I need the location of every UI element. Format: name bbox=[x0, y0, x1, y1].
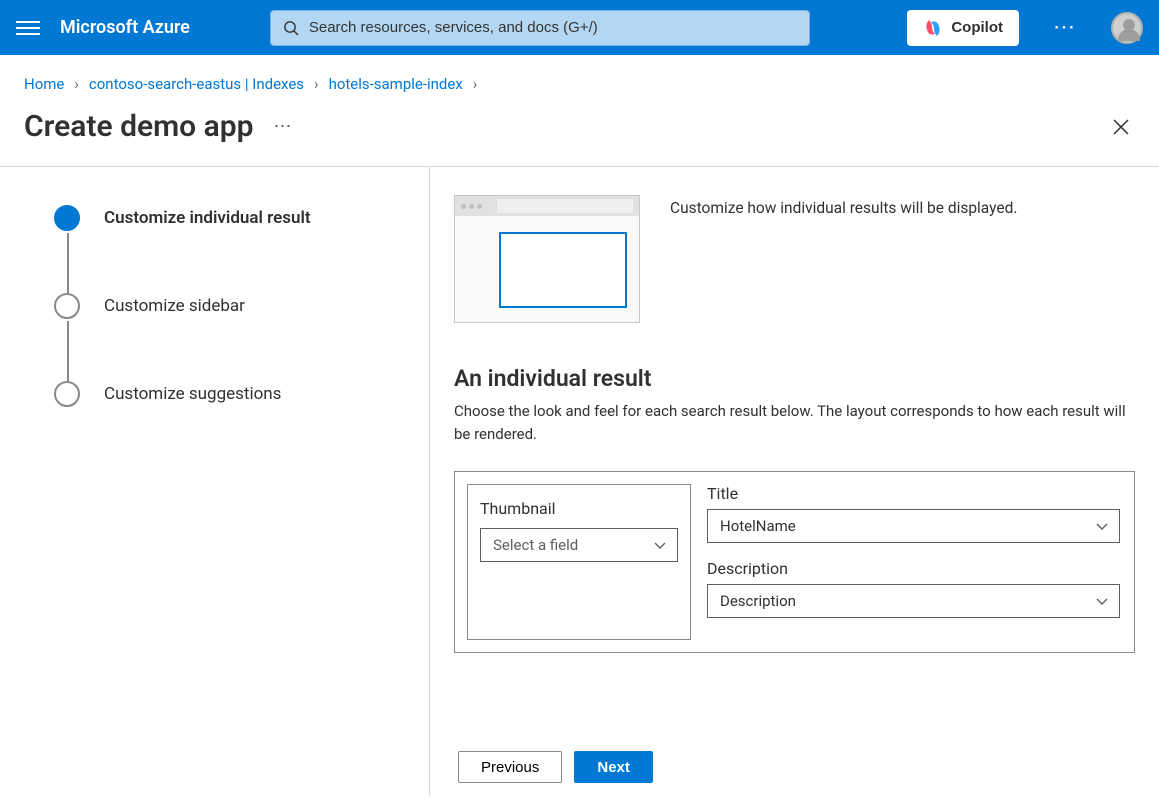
description-value: Description bbox=[720, 592, 796, 610]
title-label: Title bbox=[707, 484, 1120, 503]
thumbnail-column: Thumbnail Select a field bbox=[467, 484, 691, 640]
chevron-right-icon: › bbox=[74, 75, 79, 93]
chevron-down-icon bbox=[653, 538, 667, 552]
hero-text: Customize how individual results will be… bbox=[670, 195, 1017, 219]
search-input[interactable] bbox=[309, 19, 797, 36]
right-fields: Title HotelName Description Description bbox=[703, 472, 1134, 652]
global-search[interactable] bbox=[270, 10, 810, 46]
copilot-label: Copilot bbox=[951, 19, 1003, 36]
copilot-icon bbox=[923, 18, 943, 38]
thumbnail-value: Select a field bbox=[493, 536, 578, 554]
title-field: Title HotelName bbox=[707, 484, 1120, 543]
close-button[interactable] bbox=[1107, 113, 1135, 141]
previous-button[interactable]: Previous bbox=[458, 751, 562, 783]
wireframe-illustration bbox=[454, 195, 640, 323]
top-bar: Microsoft Azure Copilot ⋯ bbox=[0, 0, 1159, 55]
avatar[interactable] bbox=[1111, 12, 1143, 44]
hero-row: Customize how individual results will be… bbox=[454, 195, 1135, 323]
chevron-right-icon: › bbox=[473, 75, 478, 93]
close-icon bbox=[1112, 118, 1130, 136]
section-description: Choose the look and feel for each search… bbox=[454, 400, 1134, 445]
page-title-row: Create demo app ⋯ bbox=[0, 101, 1159, 166]
more-menu-icon[interactable]: ⋯ bbox=[1039, 15, 1091, 40]
step-customize-suggestions[interactable]: Customize suggestions bbox=[54, 381, 399, 407]
main-content: Customize how individual results will be… bbox=[430, 167, 1159, 796]
page-title: Create demo app bbox=[24, 109, 253, 144]
chevron-down-icon bbox=[1095, 519, 1109, 533]
title-select[interactable]: HotelName bbox=[707, 509, 1120, 543]
chevron-down-icon bbox=[1095, 594, 1109, 608]
next-button[interactable]: Next bbox=[574, 751, 653, 783]
title-value: HotelName bbox=[720, 517, 796, 535]
stepper: Customize individual result Customize si… bbox=[0, 167, 430, 796]
copilot-button[interactable]: Copilot bbox=[907, 10, 1019, 46]
title-more-icon[interactable]: ⋯ bbox=[273, 116, 293, 137]
breadcrumb-item[interactable]: contoso-search-eastus | Indexes bbox=[89, 75, 304, 93]
step-label: Customize sidebar bbox=[104, 296, 245, 316]
step-customize-result[interactable]: Customize individual result bbox=[54, 205, 399, 231]
step-customize-sidebar[interactable]: Customize sidebar bbox=[54, 293, 399, 319]
step-dot-icon bbox=[54, 381, 80, 407]
description-label: Description bbox=[707, 559, 1120, 578]
thumbnail-label: Thumbnail bbox=[480, 499, 678, 518]
breadcrumb-item[interactable]: hotels-sample-index bbox=[329, 75, 463, 93]
step-dot-icon bbox=[54, 293, 80, 319]
result-config: Thumbnail Select a field Title HotelName… bbox=[454, 471, 1135, 653]
step-label: Customize individual result bbox=[104, 208, 311, 228]
step-label: Customize suggestions bbox=[104, 384, 281, 404]
page-body: Customize individual result Customize si… bbox=[0, 166, 1159, 796]
breadcrumb-item[interactable]: Home bbox=[24, 75, 64, 93]
footer-buttons: Previous Next bbox=[458, 751, 653, 783]
hamburger-icon[interactable] bbox=[16, 16, 40, 40]
thumbnail-select[interactable]: Select a field bbox=[480, 528, 678, 562]
description-field: Description Description bbox=[707, 559, 1120, 618]
brand-label[interactable]: Microsoft Azure bbox=[60, 17, 190, 38]
search-icon bbox=[283, 20, 299, 36]
step-dot-icon bbox=[54, 205, 80, 231]
section-title: An individual result bbox=[454, 365, 1135, 392]
chevron-right-icon: › bbox=[314, 75, 319, 93]
description-select[interactable]: Description bbox=[707, 584, 1120, 618]
breadcrumb: Home › contoso-search-eastus | Indexes ›… bbox=[0, 55, 1159, 101]
